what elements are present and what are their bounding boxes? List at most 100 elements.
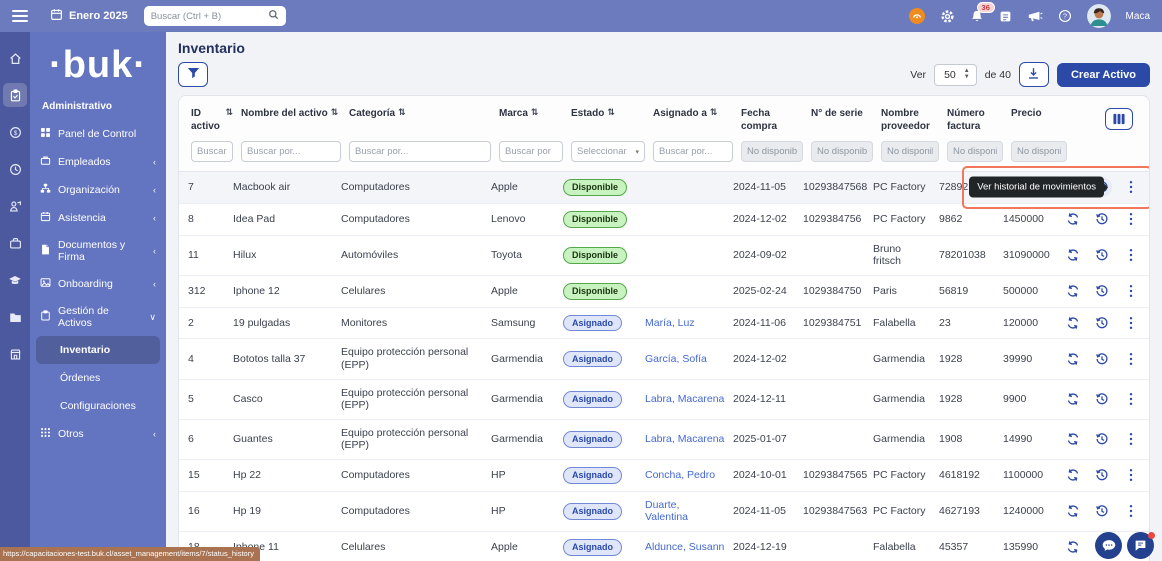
sidebar-subitem-inventario[interactable]: Inventario — [36, 336, 160, 364]
assign-sync-icon[interactable] — [1063, 245, 1083, 265]
briefcase-icon[interactable] — [3, 231, 27, 255]
filter-input-categor-a[interactable] — [349, 141, 491, 162]
education-cap-icon[interactable] — [3, 268, 27, 292]
spinner-carets-icon[interactable]: ▲▼ — [964, 69, 970, 80]
sidebar-item-organizacion[interactable]: Organización ‹ — [30, 176, 166, 204]
assign-sync-icon[interactable] — [1063, 537, 1083, 557]
payments-icon[interactable]: $ — [3, 120, 27, 144]
history-icon[interactable] — [1092, 313, 1112, 333]
kebab-menu-icon[interactable] — [1121, 281, 1141, 301]
time-clock-icon[interactable] — [3, 157, 27, 181]
user-avatar[interactable] — [1087, 4, 1111, 28]
asset-management-module-icon[interactable] — [3, 83, 27, 107]
assignee-link[interactable]: María, Luz — [645, 317, 695, 329]
assign-sync-icon[interactable] — [1063, 429, 1083, 449]
sidebar-subitem-configuraciones[interactable]: Configuraciones — [30, 392, 166, 420]
cell-nombre-proveedor: Falabella — [869, 310, 935, 337]
filter-input-nombre-del-activo[interactable] — [241, 141, 341, 162]
column-label: Número factura — [947, 108, 1003, 133]
assignee-link[interactable]: Labra, Macarena — [645, 433, 724, 445]
filter-input-marca[interactable] — [499, 141, 563, 162]
assign-sync-icon[interactable] — [1063, 313, 1083, 333]
sidebar-item-panel-de-control[interactable]: Panel de Control — [30, 120, 166, 148]
announcements-megaphone-icon[interactable] — [1027, 10, 1043, 23]
filter-cell-fecha-compra — [737, 141, 807, 162]
kiosk-icon[interactable] — [3, 342, 27, 366]
sidebar: ·buk· Administrativo Panel de Control Em… — [30, 32, 166, 561]
kebab-menu-icon[interactable] — [1121, 245, 1141, 265]
kebab-menu-icon[interactable] — [1121, 209, 1141, 229]
sidebar-item-documentos-y-firma[interactable]: Documentos y Firma ‹ — [30, 232, 166, 270]
sidebar-item-otros[interactable]: Otros ‹ — [30, 420, 166, 448]
column-picker-button[interactable] — [1105, 108, 1133, 130]
create-asset-button[interactable]: Crear Activo — [1057, 63, 1150, 87]
history-icon[interactable] — [1092, 389, 1112, 409]
kebab-menu-icon[interactable] — [1121, 177, 1141, 197]
assignee-link[interactable]: Aldunce, Susann — [645, 541, 724, 553]
sort-icon[interactable]: ⇅ — [710, 108, 718, 121]
home-icon[interactable] — [3, 46, 27, 70]
kebab-menu-icon[interactable] — [1121, 313, 1141, 333]
sort-icon[interactable]: ⇅ — [225, 108, 233, 133]
settings-gear-icon[interactable] — [940, 9, 955, 24]
sidebar-item-asistencia[interactable]: Asistencia ‹ — [30, 204, 166, 232]
estado-filter-select[interactable]: Seleccionar▾ — [571, 141, 645, 162]
sort-icon[interactable]: ⇅ — [398, 108, 406, 121]
talent-icon[interactable] — [3, 194, 27, 218]
history-icon[interactable] — [1092, 245, 1112, 265]
history-icon[interactable] — [1092, 501, 1112, 521]
assign-sync-icon[interactable] — [1063, 501, 1083, 521]
feedback-bubble-button[interactable] — [1095, 532, 1122, 559]
history-icon[interactable] — [1092, 465, 1112, 485]
module-rail: $ — [0, 32, 30, 561]
kebab-menu-icon[interactable] — [1121, 429, 1141, 449]
chat-button[interactable] — [1127, 532, 1154, 559]
notes-icon[interactable] — [999, 10, 1012, 23]
sort-icon[interactable]: ⇅ — [531, 108, 539, 121]
column-label: ID activo — [191, 108, 222, 133]
assignee-link[interactable]: García, Sofía — [645, 353, 707, 365]
org-chart-icon — [40, 183, 51, 197]
period-selector[interactable]: Enero 2025 — [50, 8, 128, 24]
sort-icon[interactable]: ⇅ — [331, 108, 339, 121]
inventory-table: ID activo⇅Nombre del activo⇅Categoría⇅Ma… — [178, 95, 1150, 561]
sort-icon[interactable]: ⇅ — [607, 108, 615, 121]
orange-gauge-icon[interactable] — [909, 8, 925, 24]
history-icon[interactable] — [1092, 209, 1112, 229]
sidebar-item-gestion-de-activos[interactable]: Gestión de Activos ∨ — [30, 298, 166, 336]
history-icon[interactable] — [1092, 429, 1112, 449]
kebab-menu-icon[interactable] — [1121, 465, 1141, 485]
assignee-link[interactable]: Concha, Pedro — [645, 469, 715, 481]
cell-numero-factura: 4618192 — [935, 462, 999, 489]
assignee-link[interactable]: Duarte, Valentina — [645, 499, 688, 524]
filter-input-id-activo[interactable] — [191, 141, 233, 162]
search-input[interactable] — [151, 11, 264, 22]
cell-asignado-a: Labra, Macarena — [641, 386, 729, 413]
assignee-link[interactable]: Labra, Macarena — [645, 393, 724, 405]
sidebar-item-onboarding[interactable]: Onboarding ‹ — [30, 270, 166, 298]
assign-sync-icon[interactable] — [1063, 465, 1083, 485]
assign-sync-icon[interactable] — [1063, 281, 1083, 301]
kebab-menu-icon[interactable] — [1121, 349, 1141, 369]
assign-sync-icon[interactable] — [1063, 349, 1083, 369]
kebab-menu-icon[interactable] — [1121, 389, 1141, 409]
hamburger-menu-icon[interactable] — [12, 10, 28, 22]
filter-input-asignado-a[interactable] — [653, 141, 733, 162]
cell-id-activo: 312 — [179, 278, 229, 305]
folder-icon[interactable] — [3, 305, 27, 329]
history-icon[interactable] — [1092, 349, 1112, 369]
download-button[interactable] — [1019, 62, 1049, 87]
global-search[interactable] — [144, 6, 286, 26]
cell-marca: HP — [487, 462, 559, 489]
assign-sync-icon[interactable] — [1063, 389, 1083, 409]
help-icon[interactable]: ? — [1058, 9, 1072, 23]
notifications-bell-icon[interactable]: 36 — [970, 9, 984, 24]
history-icon[interactable] — [1092, 281, 1112, 301]
kebab-menu-icon[interactable] — [1121, 501, 1141, 521]
sidebar-item-empleados[interactable]: Empleados ‹ — [30, 148, 166, 176]
assign-sync-icon[interactable] — [1063, 209, 1083, 229]
sidebar-subitem-ordenes[interactable]: Órdenes — [30, 364, 166, 392]
filter-button[interactable] — [178, 62, 208, 87]
cell-categoria: Equipo protección personal (EPP) — [337, 339, 487, 378]
page-size-select[interactable]: 50 ▲▼ — [934, 64, 977, 86]
